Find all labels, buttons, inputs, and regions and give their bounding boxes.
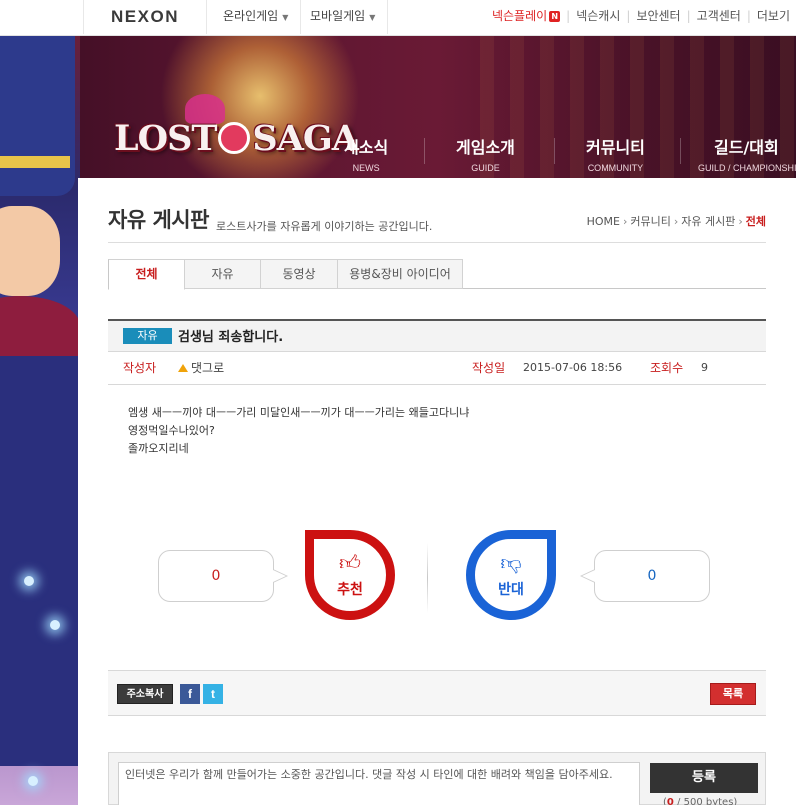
comment-input[interactable]: 인터넷은 우리가 함께 만들어가는 소중한 공간입니다. 댓글 작성 시 타인에… [118, 762, 640, 805]
nav-guide[interactable]: 게임소개 GUIDE [456, 134, 515, 173]
upvote-label: 추천 [337, 582, 363, 598]
nav-news[interactable]: 새소식 NEWS [344, 134, 388, 173]
category-badge: 자유 [123, 328, 172, 344]
chevron-down-icon: ▼ [282, 13, 289, 22]
chevron-right-icon: › [622, 215, 628, 228]
character-face [0, 206, 60, 296]
chevron-right-icon: › [738, 215, 743, 228]
tab-video[interactable]: 동영상 [261, 259, 338, 289]
menu-mobile-games[interactable]: 모바일게임 ▼ [295, 0, 389, 34]
menu-online-games[interactable]: 온라인게임 ▼ [208, 0, 302, 34]
tab-free[interactable]: 자유 [185, 259, 261, 289]
post-date: 2015-07-06 18:56 [523, 361, 623, 374]
post-title: 검생님 죄송합니다. [178, 330, 284, 345]
upvote-button[interactable]: 👍︎ 추천 [305, 530, 395, 620]
new-badge: N [549, 11, 561, 22]
board-content: 자유 게시판 로스트사가를 자유롭게 이야기하는 공간입니다. HOME › 커뮤니… [78, 178, 796, 805]
downvote-button[interactable]: 👎︎ 반대 [466, 530, 556, 620]
list-button[interactable]: 목록 [710, 683, 756, 705]
nav-divider [424, 138, 425, 164]
page-description: 로스트사가를 자유롭게 이야기하는 공간입니다. [216, 220, 433, 233]
downvote-label: 반대 [498, 582, 524, 598]
title-divider [108, 242, 766, 243]
twitter-share-icon[interactable]: t [203, 684, 223, 704]
link-customer-center[interactable]: 고객센터 [691, 9, 747, 23]
board-tabs: 전체 자유 동영상 용병&장비 아이디어 [108, 259, 766, 290]
post-header: 자유 검생님 죄송합니다. [108, 319, 766, 352]
byte-counter: (0 / 500 bytes) [663, 797, 738, 805]
rank-up-icon [178, 364, 188, 372]
lost-saga-logo[interactable]: LOST SAGA [114, 118, 359, 159]
character-artwork [0, 36, 80, 805]
thumbs-up-icon: 👍︎ [339, 551, 361, 575]
breadcrumb-community[interactable]: 커뮤니티 [630, 215, 670, 228]
comment-submit-button[interactable]: 등록 [650, 763, 758, 793]
menu-mobile-games-label: 모바일게임 [310, 9, 366, 23]
post-body: 엠생 새ㅡㅡ끼야 대ㅡㅡ가리 미달인새ㅡㅡ끼가 대ㅡㅡ가리는 왜들고다니냐 영정… [128, 404, 469, 458]
nav-divider [554, 138, 555, 164]
post-body-line: 졸까오지리네 [128, 442, 189, 455]
nexon-logo[interactable]: NEXON [83, 0, 207, 34]
global-top-bar: NEXON 온라인게임 ▼ 모바일게임 ▼ 넥슨플레이 N | 넥슨캐시 | 보안센터 | 고객센… [0, 0, 796, 36]
character-collar [0, 296, 80, 356]
author-name[interactable]: 댓그로 [178, 352, 224, 384]
upvote-count: 0 [211, 568, 221, 584]
link-nexon-play[interactable]: 넥슨플레이 N [486, 9, 566, 23]
character-hat [0, 36, 75, 196]
downvote-count-bubble: 0 [580, 550, 710, 602]
nav-guild-championship[interactable]: 길드/대회 GUILD / CHAMPIONSHIP [698, 134, 796, 173]
thumbs-down-icon: 👎︎ [500, 551, 522, 575]
nav-community[interactable]: 커뮤니티 COMMUNITY [586, 134, 645, 173]
sparkle [50, 620, 60, 630]
logo-emblem-icon [218, 122, 251, 154]
breadcrumb-free-board[interactable]: 자유 게시판 [681, 215, 735, 228]
downvote-count: 0 [647, 568, 657, 584]
link-nexon-cash[interactable]: 넥슨캐시 [570, 9, 626, 23]
breadcrumb-home[interactable]: HOME [587, 215, 620, 228]
breadcrumb: HOME › 커뮤니티 › 자유 게시판 › 전체 [587, 213, 766, 229]
character-coat [0, 346, 80, 766]
tab-ideas[interactable]: 용병&장비 아이디어 [338, 259, 463, 289]
vote-divider [427, 543, 428, 613]
link-security-center[interactable]: 보안센터 [630, 9, 686, 23]
view-count: 9 [701, 361, 708, 374]
utility-links: 넥슨플레이 N | 넥슨캐시 | 보안센터 | 고객센터 | 더보기 [486, 0, 796, 34]
tab-all[interactable]: 전체 [108, 259, 185, 290]
nav-divider [680, 138, 681, 164]
author-label: 작성자 [123, 361, 157, 375]
chevron-right-icon: › [673, 215, 679, 228]
views-label: 조회수 [650, 361, 684, 375]
copy-url-button[interactable]: 주소복사 [117, 684, 173, 704]
post-action-bar: 주소복사 f t 목록 [108, 670, 766, 716]
link-more[interactable]: 더보기 [751, 9, 796, 23]
facebook-share-icon[interactable]: f [180, 684, 200, 704]
character-hatband [0, 156, 70, 168]
date-label: 작성일 [472, 361, 506, 375]
game-header-banner: LOST SAGA 새소식 NEWS 게임소개 GUIDE 커뮤니티 COMMUN… [0, 36, 796, 178]
menu-online-games-label: 온라인게임 [223, 9, 279, 23]
chevron-down-icon: ▼ [369, 13, 376, 22]
page-title: 자유 게시판 [108, 208, 209, 232]
upvote-count-bubble: 0 [158, 550, 288, 602]
comment-form: 인터넷은 우리가 함께 만들어가는 소중한 공간입니다. 댓글 작성 시 타인에… [108, 752, 766, 805]
post-body-line: 영정먹일수나있어? [128, 424, 215, 437]
post-body-line: 엠생 새ㅡㅡ끼야 대ㅡㅡ가리 미달인새ㅡㅡ끼가 대ㅡㅡ가리는 왜들고다니냐 [128, 406, 470, 419]
breadcrumb-current: 전체 [745, 215, 766, 228]
sparkle [28, 776, 38, 786]
post-meta: 작성자 댓그로 작성일 2015-07-06 18:56 조회수 9 [108, 352, 766, 385]
sparkle [24, 576, 34, 586]
